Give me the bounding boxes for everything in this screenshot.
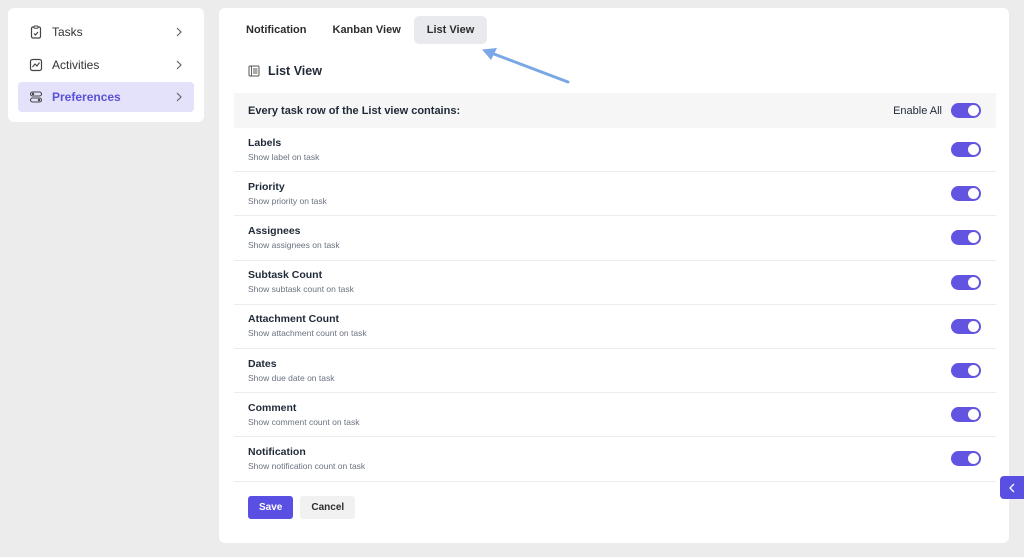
option-desc: Show subtask count on task xyxy=(248,284,354,295)
enable-all-label: Enable All xyxy=(893,104,942,117)
option-title: Priority xyxy=(248,180,285,193)
option-row-subtask-count: Subtask Count Show subtask count on task xyxy=(234,261,996,305)
sidebar-item-label: Tasks xyxy=(52,25,83,39)
option-row-notification: Notification Show notification count on t… xyxy=(234,437,996,482)
option-row-labels: Labels Show label on task xyxy=(234,128,996,173)
option-title: Assignees xyxy=(248,224,301,237)
option-title: Labels xyxy=(248,136,282,149)
labels-toggle[interactable] xyxy=(951,142,981,158)
chevron-right-icon xyxy=(174,60,184,70)
toggle-knob xyxy=(968,409,979,421)
option-desc: Show notification count on task xyxy=(248,460,366,471)
priority-toggle[interactable] xyxy=(951,186,981,202)
enable-all-toggle[interactable] xyxy=(951,103,981,118)
tab-bar: Notification Kanban View List View xyxy=(233,16,488,44)
toggle-knob xyxy=(968,453,979,465)
chevron-left-icon xyxy=(1009,483,1015,492)
option-row-assignees: Assignees Show assignees on task xyxy=(234,216,996,261)
settings-sliders-icon xyxy=(28,89,44,105)
comment-toggle[interactable] xyxy=(951,407,981,423)
toggle-knob xyxy=(968,188,979,200)
option-desc: Show attachment count on task xyxy=(248,328,367,339)
sidebar-item-activities[interactable]: Activities xyxy=(18,50,194,80)
option-title: Subtask Count xyxy=(248,269,323,282)
option-row-attachment-count: Attachment Count Show attachment count on… xyxy=(234,305,996,349)
option-title: Attachment Count xyxy=(248,313,339,326)
options-list: Labels Show label on task Priority Show pr… xyxy=(234,128,996,482)
toggle-knob xyxy=(968,365,979,377)
collapse-panel-button[interactable] xyxy=(1000,476,1024,499)
option-row-priority: Priority Show priority on task xyxy=(234,172,996,217)
toggle-knob xyxy=(968,144,979,156)
tab-list-view[interactable]: List View xyxy=(413,16,488,44)
tab-notification[interactable]: Notification xyxy=(233,16,320,44)
chevron-right-icon xyxy=(174,27,184,37)
option-row-comment: Comment Show comment count on task xyxy=(234,393,996,438)
sidebar-item-tasks[interactable]: Tasks xyxy=(18,17,194,47)
sidebar-item-label: Preferences xyxy=(52,90,121,104)
option-title: Comment xyxy=(248,401,297,414)
chevron-right-icon xyxy=(174,92,184,102)
sidebar-item-preferences[interactable]: Preferences xyxy=(18,82,194,112)
option-desc: Show priority on task xyxy=(248,195,327,206)
activity-icon xyxy=(28,57,44,73)
section-title-text: List View xyxy=(268,64,322,78)
sidebar-item-label: Activities xyxy=(52,57,100,72)
clipboard-icon xyxy=(28,24,44,40)
toggle-knob xyxy=(968,320,979,332)
save-button[interactable]: Save xyxy=(248,496,294,519)
option-row-dates: Dates Show due date on task xyxy=(234,349,996,394)
notification-toggle[interactable] xyxy=(951,451,981,467)
form-actions: Save Cancel xyxy=(248,496,362,519)
option-desc: Show comment count on task xyxy=(248,416,360,427)
option-desc: Show assignees on task xyxy=(248,239,340,250)
header-text: Every task row of the List view contains… xyxy=(248,104,461,117)
toggle-knob xyxy=(968,276,979,288)
toggle-knob xyxy=(968,232,979,244)
option-desc: Show label on task xyxy=(248,151,320,162)
main-panel: Notification Kanban View List View List … xyxy=(219,8,1009,543)
sidebar: Tasks Activities Preferences xyxy=(8,8,204,122)
assignees-toggle[interactable] xyxy=(951,230,981,246)
subtask-count-toggle[interactable] xyxy=(951,274,981,290)
option-title: Dates xyxy=(248,357,277,370)
section-title: List View xyxy=(248,64,322,78)
tab-kanban-view[interactable]: Kanban View xyxy=(320,16,414,44)
option-title: Notification xyxy=(248,445,306,458)
cancel-button[interactable]: Cancel xyxy=(300,496,356,519)
toggle-knob xyxy=(968,105,979,116)
annotation-arrow-icon xyxy=(482,48,570,84)
option-desc: Show due date on task xyxy=(248,372,335,383)
dates-toggle[interactable] xyxy=(951,363,981,379)
attachment-count-toggle[interactable] xyxy=(951,318,981,334)
list-settings-header: Every task row of the List view contains… xyxy=(234,93,996,128)
list-icon xyxy=(248,65,260,77)
